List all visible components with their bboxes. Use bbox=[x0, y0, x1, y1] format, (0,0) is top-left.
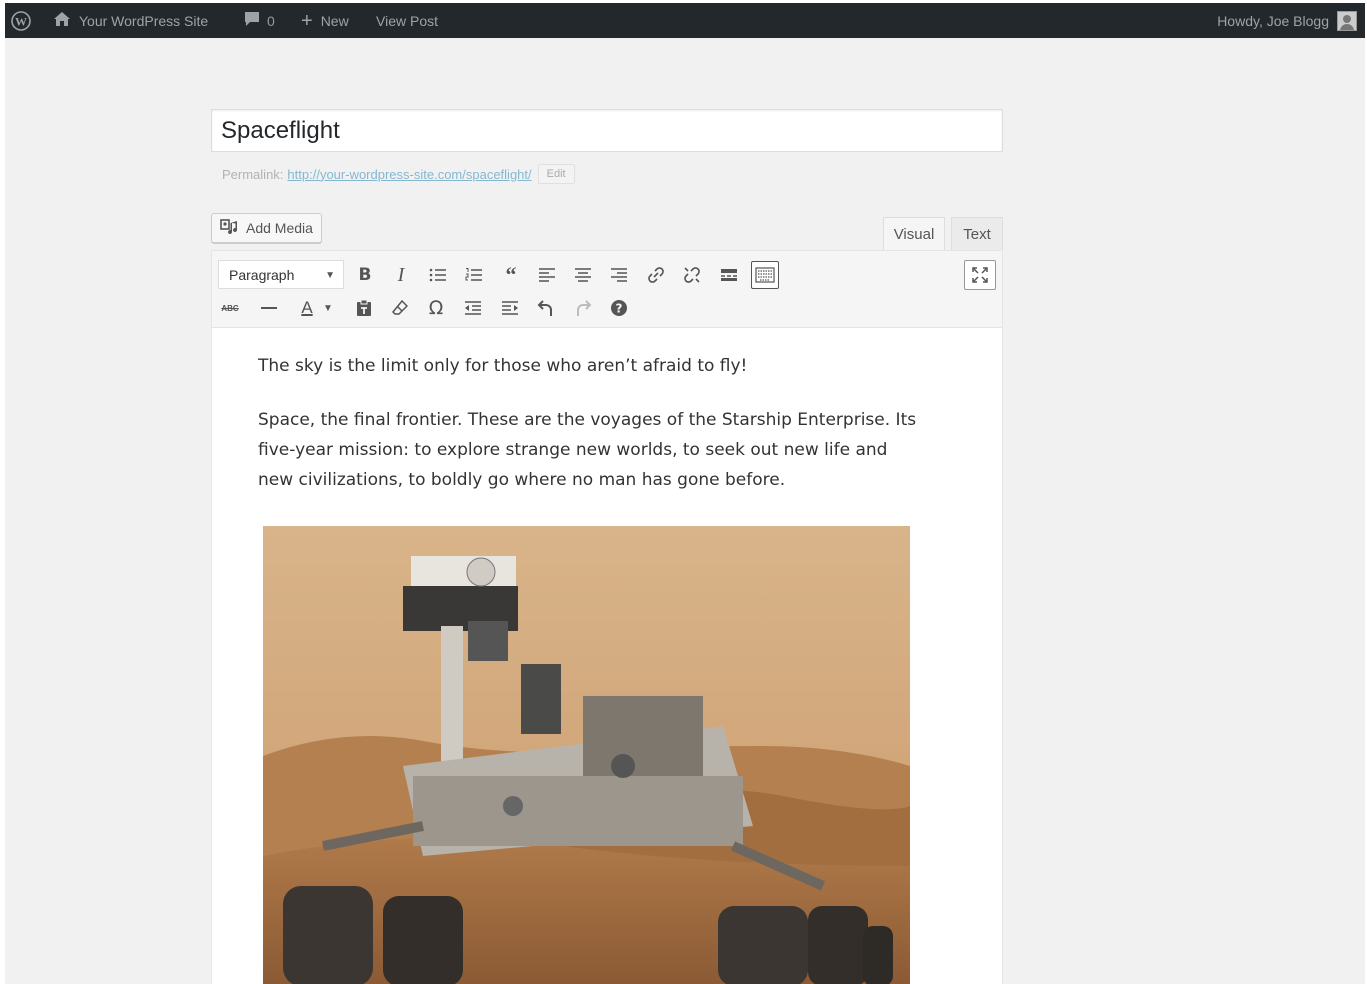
wp-editor-screen: W Your WordPress Site 0 + New View Post … bbox=[5, 3, 1365, 984]
format-select[interactable]: Paragraph ▼ bbox=[218, 260, 344, 289]
read-more-icon[interactable] bbox=[715, 261, 743, 289]
align-left-icon[interactable] bbox=[533, 261, 561, 289]
add-media-button[interactable]: Add Media bbox=[211, 213, 322, 243]
unlink-icon[interactable] bbox=[678, 261, 706, 289]
permalink-label: Permalink: bbox=[222, 166, 284, 182]
site-name: Your WordPress Site bbox=[79, 12, 209, 29]
admin-bar-new[interactable]: + New bbox=[301, 3, 349, 38]
help-icon[interactable]: ? bbox=[605, 294, 633, 322]
align-right-icon[interactable] bbox=[605, 261, 633, 289]
post-title-input[interactable]: Spaceflight bbox=[211, 109, 1003, 152]
italic-icon[interactable]: I bbox=[387, 261, 415, 289]
text-color-caret-icon[interactable]: ▼ bbox=[319, 294, 337, 322]
special-character-icon[interactable]: Ω bbox=[422, 294, 450, 322]
editor-content[interactable]: The sky is the limit only for those who … bbox=[258, 351, 918, 522]
undo-icon[interactable] bbox=[532, 294, 560, 322]
admin-bar-site-link[interactable]: Your WordPress Site bbox=[53, 3, 208, 38]
caret-down-icon: ▼ bbox=[325, 270, 335, 281]
admin-bar-view-post[interactable]: View Post bbox=[376, 3, 438, 38]
home-icon bbox=[53, 11, 71, 30]
content-paragraph: The sky is the limit only for those who … bbox=[258, 356, 748, 376]
wordpress-logo-icon[interactable]: W bbox=[11, 3, 33, 38]
horizontal-line-icon[interactable] bbox=[255, 294, 283, 322]
paste-text-icon[interactable] bbox=[350, 294, 378, 322]
media-icon bbox=[220, 218, 240, 239]
tab-text[interactable]: Text bbox=[951, 217, 1003, 251]
admin-bar-comments[interactable]: 0 bbox=[243, 3, 275, 38]
plus-icon: + bbox=[301, 9, 313, 32]
redo-icon[interactable] bbox=[569, 294, 597, 322]
admin-bar-account[interactable]: Howdy, Joe Blogg bbox=[1217, 3, 1357, 38]
admin-bar: W Your WordPress Site 0 + New View Post … bbox=[5, 3, 1365, 38]
editor-toolbar: Paragraph ▼ B I “ ABC A ▼ Ω ? bbox=[212, 251, 1002, 328]
svg-text:?: ? bbox=[616, 302, 623, 316]
view-post-label: View Post bbox=[376, 12, 438, 29]
mars-rover-image[interactable] bbox=[263, 526, 910, 984]
text-color-icon[interactable]: A bbox=[293, 294, 321, 322]
toolbar-toggle-icon[interactable] bbox=[751, 261, 779, 289]
new-label: New bbox=[320, 12, 349, 29]
clear-formatting-icon[interactable] bbox=[386, 294, 414, 322]
svg-text:W: W bbox=[15, 14, 27, 28]
comments-count: 0 bbox=[267, 12, 275, 29]
strikethrough-icon[interactable]: ABC bbox=[216, 294, 244, 322]
add-media-label: Add Media bbox=[246, 220, 313, 236]
fullscreen-icon[interactable] bbox=[964, 260, 996, 290]
tab-visual[interactable]: Visual bbox=[883, 217, 945, 251]
numbered-list-icon[interactable] bbox=[460, 261, 488, 289]
comment-icon bbox=[243, 11, 261, 30]
link-icon[interactable] bbox=[642, 261, 670, 289]
format-select-value: Paragraph bbox=[229, 266, 295, 283]
bullet-list-icon[interactable] bbox=[424, 261, 452, 289]
editor: Paragraph ▼ B I “ ABC A ▼ Ω ? The sky is… bbox=[211, 250, 1003, 984]
align-center-icon[interactable] bbox=[569, 261, 597, 289]
permalink-row: Permalink: http://your-wordpress-site.co… bbox=[222, 164, 575, 184]
permalink-url[interactable]: http://your-wordpress-site.com/spaceflig… bbox=[287, 167, 531, 182]
outdent-icon[interactable] bbox=[459, 294, 487, 322]
howdy-text: Howdy, Joe Blogg bbox=[1217, 12, 1329, 29]
bold-icon[interactable]: B bbox=[351, 261, 379, 289]
content-paragraph: Space, the final frontier. These are the… bbox=[258, 410, 917, 490]
avatar bbox=[1337, 10, 1357, 31]
blockquote-icon[interactable]: “ bbox=[497, 261, 525, 289]
indent-icon[interactable] bbox=[496, 294, 524, 322]
permalink-edit-button[interactable]: Edit bbox=[537, 164, 575, 184]
